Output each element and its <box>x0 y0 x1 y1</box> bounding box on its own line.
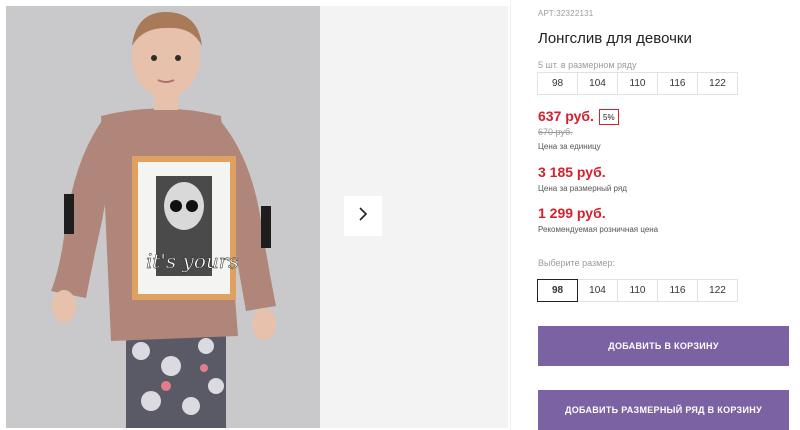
range-size-116: 116 <box>657 72 698 95</box>
sku-label: АРТ: <box>538 9 557 18</box>
range-price-note: Цена за размерный ряд <box>538 184 627 193</box>
range-size-98: 98 <box>537 72 578 95</box>
retail-price: 1 299 руб. <box>538 205 606 221</box>
girl-in-longsleeve-image: it's yours <box>6 6 320 428</box>
range-sizes: 98 104 110 116 122 <box>537 72 738 95</box>
product-title: Лонгслив для девочки <box>538 30 692 47</box>
product-photo[interactable]: it's yours <box>6 6 320 428</box>
add-range-to-cart-button[interactable]: ДОБАВИТЬ РАЗМЕРНЫЙ РЯД В КОРЗИНУ <box>538 390 789 430</box>
sku-value: 32322131 <box>556 9 594 18</box>
add-to-cart-button[interactable]: ДОБАВИТЬ В КОРЗИНУ <box>538 326 789 366</box>
unit-price-note: Цена за единицу <box>538 142 601 151</box>
old-price: 670 руб. <box>538 127 573 137</box>
unit-price: 637 руб. <box>538 108 594 124</box>
chevron-right-icon <box>357 206 369 227</box>
next-image-button[interactable] <box>344 196 382 236</box>
product-details: АРТ:32322131 Лонгслив для девочки 5 шт. … <box>510 0 800 430</box>
size-option-98[interactable]: 98 <box>537 279 578 302</box>
range-price: 3 185 руб. <box>538 164 606 180</box>
range-size-104: 104 <box>577 72 618 95</box>
discount-badge: 5% <box>599 109 619 125</box>
print-text: it's yours <box>146 249 239 273</box>
sku: АРТ:32322131 <box>538 9 593 18</box>
size-option-110[interactable]: 110 <box>617 279 658 302</box>
choose-size-label: Выберите размер: <box>538 258 615 268</box>
size-option-116[interactable]: 116 <box>657 279 698 302</box>
retail-price-note: Рекомендуемая розничная цена <box>538 225 659 234</box>
size-option-122[interactable]: 122 <box>697 279 738 302</box>
range-size-110: 110 <box>617 72 658 95</box>
range-size-122: 122 <box>697 72 738 95</box>
product-gallery: it's yours <box>0 0 510 430</box>
range-caption: 5 шт. в размерном ряду <box>538 60 637 70</box>
size-option-104[interactable]: 104 <box>577 279 618 302</box>
size-selector: 98 104 110 116 122 <box>537 279 738 302</box>
